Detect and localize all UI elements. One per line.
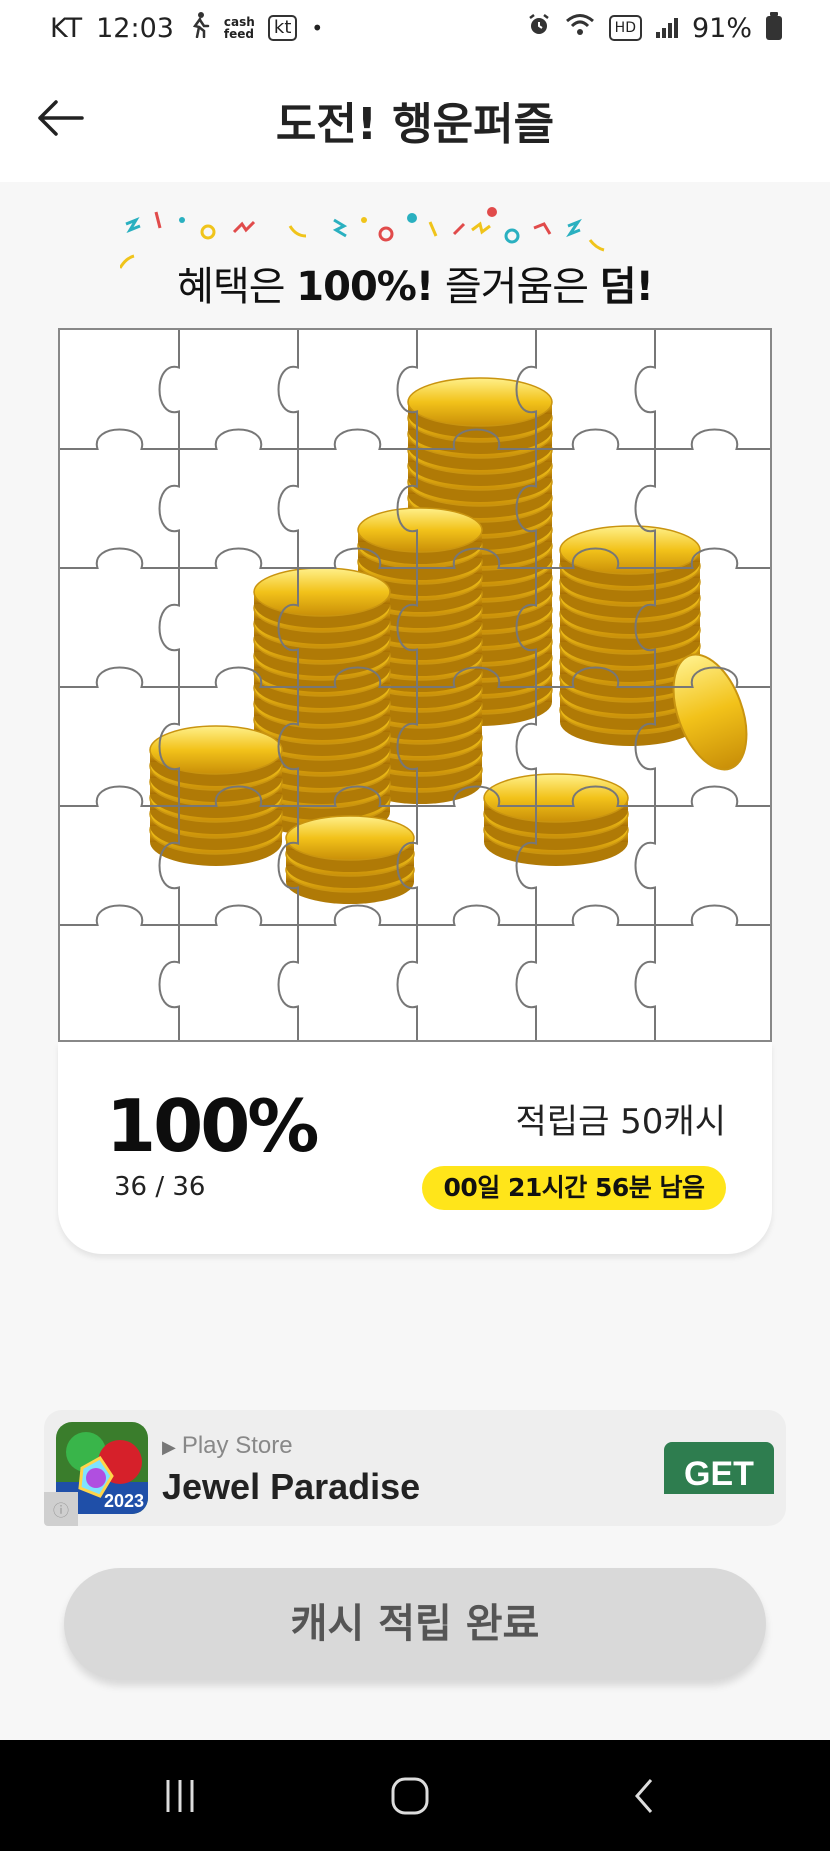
status-bar: KT 12:03 cash feed kt • HD 91%	[0, 0, 830, 56]
battery-percent: 91%	[691, 12, 752, 44]
gold-coins-image	[60, 330, 770, 1040]
alarm-icon	[527, 13, 551, 44]
banner-text-2: 즐거움은	[433, 264, 600, 310]
back-nav-icon	[635, 1779, 653, 1813]
ad-info-icon[interactable]: ⓘ	[44, 1492, 78, 1526]
kt-notification-icon: kt	[267, 15, 298, 41]
back-nav-button[interactable]	[614, 1768, 674, 1824]
recent-apps-icon	[166, 1780, 194, 1812]
remaining-time-badge: 00일 21시간 56분 남음	[422, 1166, 726, 1210]
app-header: 도전! 행운퍼즐	[0, 56, 830, 182]
banner-text-1: 혜택은	[177, 264, 297, 310]
puzzle-board[interactable]	[58, 328, 772, 1042]
pieces-count: 36 / 36	[114, 1172, 206, 1202]
status-right: HD 91%	[527, 12, 782, 44]
status-left: KT 12:03 cash feed kt •	[50, 12, 323, 44]
banner-bold-1: 100%!	[296, 264, 434, 310]
carrier-label: KT	[50, 12, 83, 44]
recent-apps-button[interactable]	[150, 1768, 210, 1824]
cash-feed-icon: cash feed	[223, 15, 255, 41]
promo-banner: 혜택은 100%! 즐거움은 덤!	[120, 206, 710, 310]
wifi-icon	[565, 13, 595, 44]
ad-get-button[interactable]: GET	[664, 1442, 774, 1494]
home-button[interactable]	[380, 1768, 440, 1824]
ad-banner[interactable]: 2023 ▶ Play Store Jewel Paradise GET ⓘ	[44, 1410, 786, 1526]
ad-source-label: Play Store	[181, 1432, 293, 1459]
clock: 12:03	[96, 12, 174, 44]
navigation-bar	[0, 1740, 830, 1851]
page-title: 도전! 행운퍼즐	[275, 99, 555, 150]
progress-percent: 100%	[106, 1084, 319, 1168]
walk-icon	[188, 12, 210, 44]
more-notifications-dot: •	[311, 16, 324, 40]
ad-title[interactable]: Jewel Paradise	[162, 1466, 420, 1508]
ad-source: ▶ Play Store	[162, 1432, 293, 1460]
signal-icon	[655, 18, 678, 38]
hd-voice-icon: HD	[608, 15, 642, 41]
cash-collect-button[interactable]: 캐시 적립 완료	[64, 1568, 766, 1680]
reward-amount: 적립금 50캐시	[515, 1102, 726, 1142]
screen: KT 12:03 cash feed kt • HD 91% 도전! 행운퍼즐 …	[0, 0, 830, 1851]
ad-icon-year: 2023	[103, 1491, 144, 1511]
battery-icon	[766, 12, 782, 40]
banner-text: 혜택은 100%! 즐거움은 덤!	[120, 254, 710, 312]
play-icon: ▶	[162, 1437, 176, 1457]
banner-bold-2: 덤!	[599, 264, 654, 310]
home-icon	[391, 1777, 429, 1815]
result-card: 100% 36 / 36 적립금 50캐시 00일 21시간 56분 남음	[58, 1042, 772, 1254]
